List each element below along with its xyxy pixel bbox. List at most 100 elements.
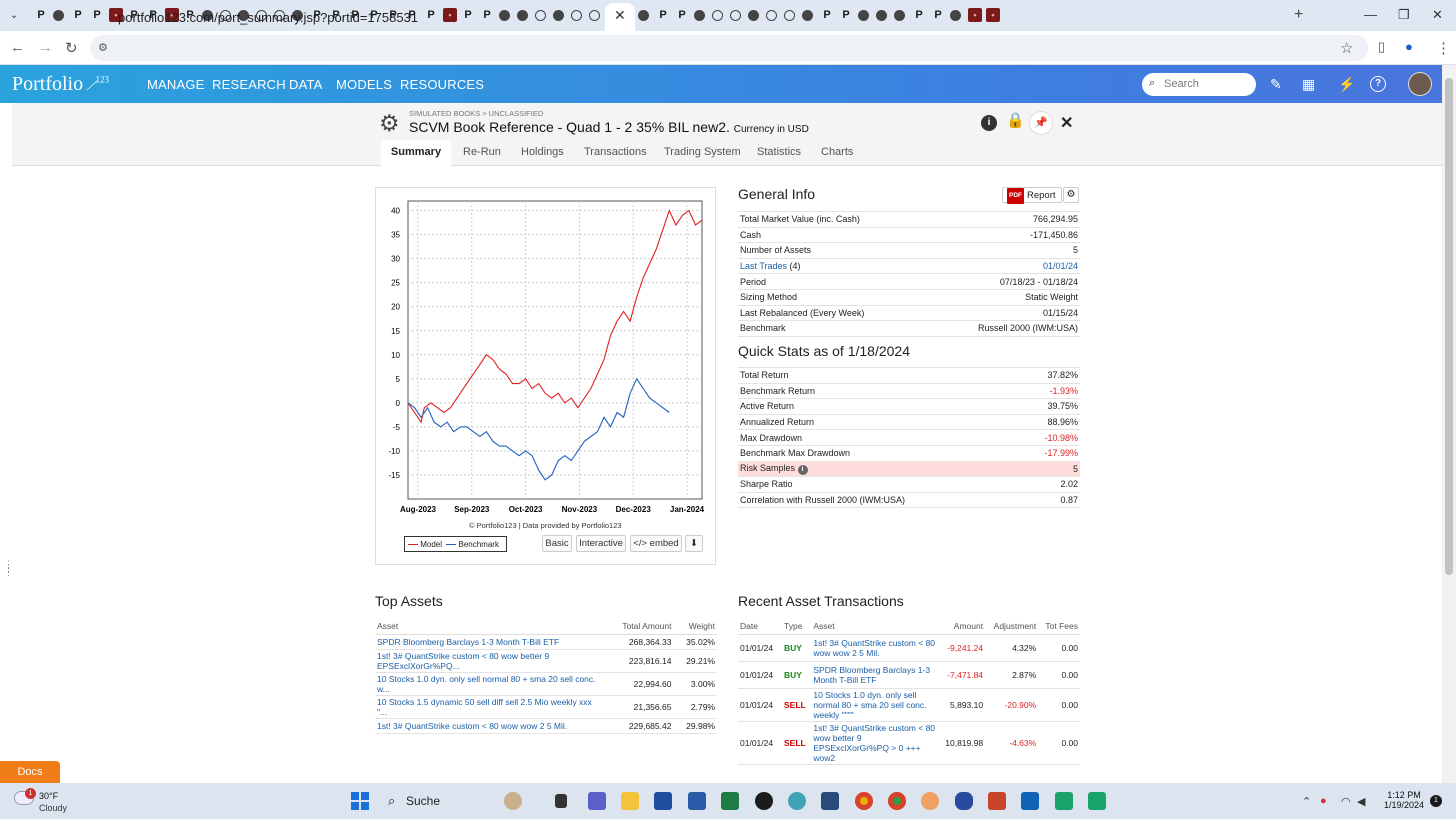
- tab-favicon[interactable]: [730, 10, 741, 21]
- breadcrumb[interactable]: SIMULATED BOOKS > UNCLASSIFIED: [409, 109, 543, 118]
- nav-data[interactable]: DATA: [289, 77, 323, 92]
- asset-link[interactable]: 1st! 3# QuantStrike custom < 80 wow wow …: [811, 634, 938, 662]
- tab-favicon[interactable]: •: [443, 8, 457, 22]
- tab-favicon[interactable]: P: [675, 8, 689, 22]
- app-circle-icon[interactable]: [921, 792, 939, 810]
- nav-research[interactable]: RESEARCH: [212, 77, 286, 92]
- download-icon[interactable]: ⬇: [685, 535, 703, 552]
- tab-favicon[interactable]: [712, 10, 723, 21]
- new-tab-icon[interactable]: +: [1294, 6, 1303, 24]
- weather-temp[interactable]: 30°F: [39, 791, 58, 801]
- back-icon[interactable]: ←: [10, 39, 25, 56]
- chart-embed-button[interactable]: </> embed: [630, 535, 682, 552]
- settings-gear-icon[interactable]: ⚙: [379, 110, 400, 137]
- app-globe-icon[interactable]: [788, 792, 806, 810]
- tab-favicon[interactable]: [766, 10, 777, 21]
- file-explorer-icon[interactable]: [621, 792, 639, 810]
- tab-favicon[interactable]: P: [931, 8, 945, 22]
- forward-icon[interactable]: →: [38, 39, 53, 56]
- chrome-profile-icon[interactable]: [888, 792, 906, 810]
- tab-favicon[interactable]: [571, 10, 582, 21]
- tab-favicon[interactable]: [694, 10, 705, 21]
- tab-favicon[interactable]: P: [820, 8, 834, 22]
- stat-value[interactable]: 01/01/24: [926, 258, 1080, 275]
- tab-favicon[interactable]: [638, 10, 649, 21]
- tab-favicon[interactable]: P: [480, 8, 494, 22]
- pin-icon[interactable]: ✎: [1270, 76, 1282, 93]
- search-input[interactable]: ⌕ Search: [1142, 73, 1256, 96]
- tab-favicon[interactable]: P: [839, 8, 853, 22]
- tab-favicon[interactable]: [535, 10, 546, 21]
- browser-menu-icon[interactable]: ⋮: [1436, 39, 1451, 57]
- lightning-icon[interactable]: ⚡: [1338, 76, 1355, 93]
- tab-favicon[interactable]: [748, 10, 759, 21]
- asset-link[interactable]: 10 Stocks 1.5 dynamic 50 sell diff sell …: [375, 695, 603, 719]
- asset-link[interactable]: 1st! 3# QuantStrike custom < 80 wow bett…: [375, 649, 603, 673]
- column-header[interactable]: Adjustment: [985, 618, 1039, 635]
- close-window-icon[interactable]: ✕: [1432, 7, 1443, 23]
- news-widget-icon[interactable]: [504, 792, 522, 810]
- tab-favicon[interactable]: P: [424, 8, 438, 22]
- close-tab-icon[interactable]: ✕: [614, 7, 626, 24]
- tab-favicon[interactable]: P: [912, 8, 926, 22]
- tab-summary[interactable]: Summary: [381, 140, 451, 166]
- docs-button[interactable]: Docs: [0, 761, 60, 783]
- tab-search-icon[interactable]: ⌄: [6, 8, 22, 24]
- url-field[interactable]: [90, 35, 1368, 61]
- side-panel-icon[interactable]: ▯: [1378, 39, 1385, 55]
- help-icon[interactable]: ?: [1370, 76, 1386, 92]
- tab-favicon[interactable]: [894, 10, 905, 21]
- tab-favicon[interactable]: [517, 10, 528, 21]
- tray-chevron-icon[interactable]: ⌃: [1302, 795, 1311, 808]
- column-header[interactable]: Asset: [811, 618, 938, 635]
- excel-icon[interactable]: [721, 792, 739, 810]
- tab-statistics[interactable]: Statistics: [757, 146, 801, 158]
- tab-favicon[interactable]: [876, 10, 887, 21]
- asset-link[interactable]: 1st! 3# QuantStrike custom < 80 wow bett…: [811, 721, 938, 765]
- tab-transactions[interactable]: Transactions: [584, 146, 647, 158]
- avatar[interactable]: [1408, 72, 1432, 96]
- tab-trading-system[interactable]: Trading System: [664, 146, 741, 158]
- column-header[interactable]: Total Amount: [603, 618, 674, 635]
- teams-icon[interactable]: [588, 792, 606, 810]
- nav-manage[interactable]: MANAGE: [147, 77, 205, 92]
- stocks-app-2-icon[interactable]: [1088, 792, 1106, 810]
- bookmark-star-icon[interactable]: ☆: [1340, 39, 1353, 57]
- restore-icon[interactable]: ❐: [1398, 7, 1410, 23]
- tab-favicon[interactable]: [589, 10, 600, 21]
- tab-favicon[interactable]: •: [986, 8, 1000, 22]
- outlook-icon[interactable]: [1021, 792, 1039, 810]
- info-icon[interactable]: i: [797, 464, 808, 475]
- tab-favicon[interactable]: •: [968, 8, 982, 22]
- tab-holdings[interactable]: Holdings: [521, 146, 564, 158]
- report-button[interactable]: PDF Report: [1002, 187, 1062, 204]
- pin-book-button[interactable]: 📌: [1029, 111, 1053, 135]
- tab-favicon[interactable]: [499, 10, 510, 21]
- minimize-icon[interactable]: —: [1364, 7, 1377, 22]
- task-view-icon[interactable]: [555, 794, 567, 808]
- chart-interactive-button[interactable]: Interactive: [576, 535, 626, 552]
- tab-favicon[interactable]: [802, 10, 813, 21]
- side-drag-handle[interactable]: ⋮ ⋮ ⋮: [4, 560, 13, 577]
- column-header[interactable]: Amount: [937, 618, 986, 635]
- performance-chart[interactable]: 40 35 30 25 20 15 10 5 0 -5 -10 -15 Aug-2023 Sep-2023…: [380, 195, 710, 517]
- whatsapp-icon[interactable]: [755, 792, 773, 810]
- tab-favicon[interactable]: [784, 10, 795, 21]
- asset-link[interactable]: 10 Stocks 1.0 dyn. only sell normal 80 +…: [811, 688, 938, 722]
- tab-re-run[interactable]: Re-Run: [463, 146, 501, 158]
- stat-label[interactable]: Last Trades (4): [738, 258, 927, 275]
- volume-icon[interactable]: ◀: [1357, 795, 1365, 808]
- active-tab[interactable]: ✕: [605, 3, 635, 31]
- scrollbar-thumb[interactable]: [1445, 78, 1453, 575]
- tab-favicon[interactable]: [53, 10, 64, 21]
- stocks-app-icon[interactable]: [1055, 792, 1073, 810]
- app-feather-icon[interactable]: [955, 792, 973, 810]
- tab-favicon[interactable]: P: [656, 8, 670, 22]
- asset-link[interactable]: SPDR Bloomberg Barclays 1-3 Month T-Bill…: [811, 661, 938, 689]
- tab-favicon[interactable]: P: [71, 8, 85, 22]
- reload-icon[interactable]: ↻: [65, 39, 78, 57]
- weather-condition[interactable]: Cloudy: [39, 803, 67, 813]
- wifi-icon[interactable]: ◠: [1341, 795, 1351, 808]
- asset-link[interactable]: SPDR Bloomberg Barclays 1-3 Month T-Bill…: [375, 634, 603, 650]
- column-header[interactable]: Asset: [375, 618, 603, 635]
